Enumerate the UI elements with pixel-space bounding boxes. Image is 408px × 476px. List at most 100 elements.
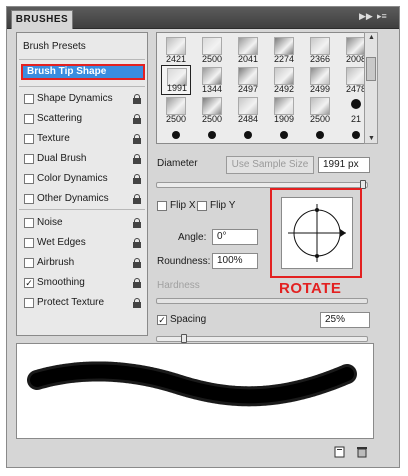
- rotate-annotation: ROTATE: [279, 280, 342, 297]
- lock-icon[interactable]: [133, 238, 141, 248]
- roundness-label: Roundness:: [157, 256, 211, 267]
- option-label: Smoothing: [37, 277, 85, 288]
- spacing-slider-knob[interactable]: [180, 334, 187, 343]
- option-airbrush[interactable]: Airbrush: [17, 253, 147, 273]
- rotation-circle-icon[interactable]: [282, 198, 352, 268]
- option-smoothing[interactable]: ✓ Smoothing: [17, 273, 147, 293]
- option-texture[interactable]: Texture: [17, 129, 147, 149]
- delete-brush-icon[interactable]: [356, 446, 368, 458]
- brush-thumbnail: [238, 37, 258, 55]
- option-checkbox[interactable]: [24, 114, 34, 124]
- option-label: Color Dynamics: [37, 173, 108, 184]
- panel-menu-icon[interactable]: ▸≡: [377, 11, 387, 22]
- brush-thumbnail: [202, 97, 222, 115]
- scroll-up-icon[interactable]: ▲: [368, 34, 375, 41]
- diameter-field[interactable]: 1991 px: [318, 157, 370, 173]
- brush-thumbnail: [274, 97, 294, 115]
- brushes-tab[interactable]: BRUSHES: [11, 10, 73, 29]
- brush-tip-cell[interactable]: 2492: [269, 65, 299, 95]
- lock-icon[interactable]: [133, 134, 141, 144]
- brush-tip-cell[interactable]: 2041: [233, 35, 263, 65]
- brush-size-label: 2500: [201, 114, 223, 124]
- brush-tip-cell[interactable]: 2421: [161, 35, 191, 65]
- brush-thumbnail: [238, 67, 258, 85]
- lock-icon[interactable]: [133, 174, 141, 184]
- brush-thumbnail: [280, 131, 288, 139]
- brush-tip-cell[interactable]: 2497: [233, 65, 263, 95]
- option-checkbox[interactable]: [24, 154, 34, 164]
- brush-tip-cell[interactable]: 2500: [197, 95, 227, 125]
- option-color-dynamics[interactable]: Color Dynamics: [17, 169, 147, 189]
- lock-icon[interactable]: [133, 278, 141, 288]
- option-checkbox[interactable]: [24, 174, 34, 184]
- brush-tip-cell[interactable]: [233, 125, 263, 143]
- diameter-label: Diameter: [157, 158, 198, 169]
- brush-thumbnail: [202, 67, 222, 85]
- option-checkbox[interactable]: [24, 298, 34, 308]
- option-checkbox[interactable]: [24, 218, 34, 228]
- grid-scrollbar[interactable]: ▲ ▼: [364, 32, 378, 144]
- brush-tip-shape-item[interactable]: Brush Tip Shape: [21, 64, 145, 80]
- lock-icon[interactable]: [133, 154, 141, 164]
- option-checkbox[interactable]: [24, 134, 34, 144]
- lock-icon[interactable]: [133, 258, 141, 268]
- brush-size-label: 2500: [309, 114, 331, 124]
- brush-tip-cell[interactable]: [269, 125, 299, 143]
- option-protect-texture[interactable]: Protect Texture: [17, 293, 147, 313]
- option-checkbox[interactable]: [24, 94, 34, 104]
- lock-icon[interactable]: [133, 94, 141, 104]
- lock-icon[interactable]: [133, 194, 141, 204]
- brush-tip-cell[interactable]: [197, 125, 227, 143]
- brush-thumbnail: [166, 97, 186, 115]
- brush-tip-cell[interactable]: 2484: [233, 95, 263, 125]
- brush-tip-cell[interactable]: 1991: [161, 65, 191, 95]
- brush-thumbnail: [166, 37, 186, 55]
- brush-tip-cell[interactable]: 1909: [269, 95, 299, 125]
- option-checkbox[interactable]: [24, 258, 34, 268]
- option-dual-brush[interactable]: Dual Brush: [17, 149, 147, 169]
- brush-size-label: 2274: [273, 54, 295, 64]
- brush-tip-cell[interactable]: 2500: [197, 35, 227, 65]
- spacing-checkbox[interactable]: ✓: [157, 315, 167, 325]
- brush-tip-cell[interactable]: [161, 125, 191, 143]
- new-brush-icon[interactable]: [334, 446, 346, 458]
- option-noise[interactable]: Noise: [17, 213, 147, 233]
- use-sample-size-button[interactable]: Use Sample Size: [226, 156, 314, 174]
- brush-thumbnail: [346, 37, 366, 55]
- double-arrow-icon[interactable]: ▶▶: [359, 11, 373, 22]
- option-label: Texture: [37, 133, 70, 144]
- option-other-dynamics[interactable]: Other Dynamics: [17, 189, 147, 209]
- scroll-down-icon[interactable]: ▼: [368, 135, 375, 142]
- option-scattering[interactable]: Scattering: [17, 109, 147, 129]
- option-checkbox[interactable]: [24, 238, 34, 248]
- brush-tip-cell[interactable]: 2499: [305, 65, 335, 95]
- option-checkbox[interactable]: ✓: [24, 278, 34, 288]
- flip-y-checkbox[interactable]: [197, 201, 207, 211]
- brush-thumbnail: [274, 37, 294, 55]
- brush-tip-cell[interactable]: 2366: [305, 35, 335, 65]
- brush-thumbnail: [202, 37, 222, 55]
- brush-presets-item[interactable]: Brush Presets: [17, 37, 147, 57]
- lock-icon[interactable]: [133, 114, 141, 124]
- brush-tip-cell[interactable]: 2274: [269, 35, 299, 65]
- flip-x-checkbox[interactable]: [157, 201, 167, 211]
- spacing-field[interactable]: 25%: [320, 312, 370, 328]
- brush-tip-cell[interactable]: 2500: [161, 95, 191, 125]
- scroll-thumb[interactable]: [366, 57, 376, 81]
- option-checkbox[interactable]: [24, 194, 34, 204]
- angle-field[interactable]: 0°: [212, 229, 258, 245]
- brush-thumbnail: [310, 67, 330, 85]
- spacing-slider[interactable]: [156, 336, 368, 342]
- option-label: Protect Texture: [37, 297, 105, 308]
- lock-icon[interactable]: [133, 218, 141, 228]
- brush-tip-cell[interactable]: 1344: [197, 65, 227, 95]
- brush-tip-cell[interactable]: 2500: [305, 95, 335, 125]
- roundness-field[interactable]: 100%: [212, 253, 258, 269]
- brush-size-label: 2492: [273, 84, 295, 94]
- option-wet-edges[interactable]: Wet Edges: [17, 233, 147, 253]
- option-shape-dynamics[interactable]: Shape Dynamics: [17, 89, 147, 109]
- brush-tip-cell[interactable]: [305, 125, 335, 143]
- lock-icon[interactable]: [133, 298, 141, 308]
- brush-thumbnail: [310, 37, 330, 55]
- angle-rotation-widget[interactable]: [281, 197, 353, 269]
